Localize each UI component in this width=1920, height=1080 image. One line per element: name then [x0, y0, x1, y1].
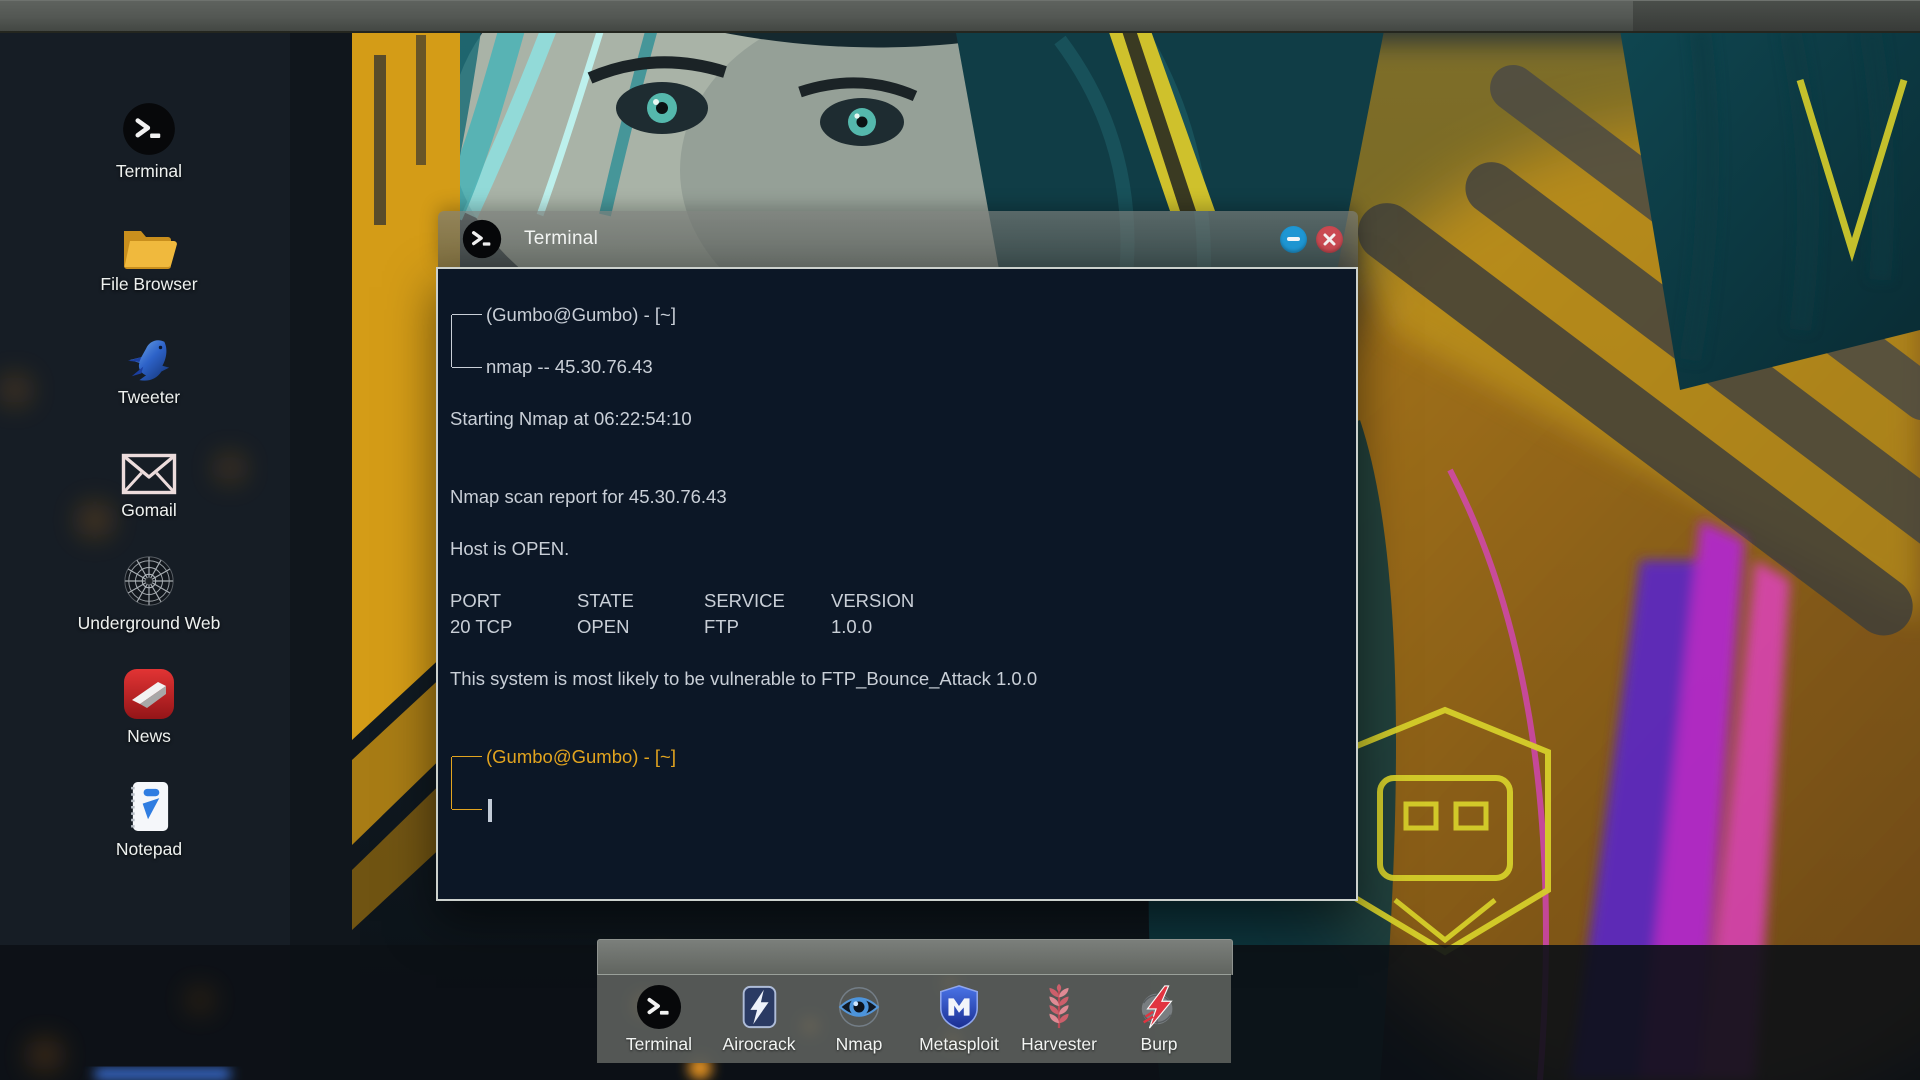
terminal-icon [122, 96, 176, 156]
dock-item-airocrack[interactable]: Airocrack [709, 983, 809, 1055]
nmap-starting-line: Starting Nmap at 06:22:54:10 [450, 408, 692, 429]
desktop-screen: Terminal File Browser Tweeter Gomail Und… [0, 0, 1920, 1080]
dock-item-label: Airocrack [722, 1034, 796, 1054]
col-version: VERSION [831, 590, 915, 611]
cell-port: 20 TCP [450, 616, 513, 637]
prompt-context: (Gumbo@Gumbo) - [~] [486, 304, 676, 325]
dock-item-label: Metasploit [919, 1034, 999, 1054]
shield-bolt-icon [736, 983, 782, 1031]
host-status-line: Host is OPEN. [450, 538, 570, 559]
desktop-icon-label: File Browser [100, 274, 198, 294]
dock-top-strip [597, 939, 1233, 975]
desktop-icon-label: News [127, 726, 171, 746]
col-service: SERVICE [704, 590, 785, 611]
dock-item-terminal[interactable]: Terminal [609, 983, 709, 1055]
terminal-output: (Gumbo@Gumbo) - [~] nmap -- 45.30.76.43 … [438, 269, 1356, 822]
close-button[interactable] [1316, 225, 1343, 253]
minimize-icon [1287, 237, 1300, 241]
dock-item-label: Harvester [1021, 1034, 1097, 1054]
col-port: PORT [450, 590, 502, 611]
spiderweb-icon [122, 548, 176, 608]
desktop-icon-terminal[interactable]: Terminal [39, 96, 259, 182]
desktop-icon-grid: Terminal File Browser Tweeter Gomail Und… [39, 96, 259, 887]
prompt-block-past: (Gumbo@Gumbo) - [~] nmap -- 45.30.76.43 [450, 302, 1336, 380]
envelope-icon [121, 435, 177, 495]
terminal-titlebar[interactable]: Terminal [438, 211, 1358, 267]
bolt-globe-icon [1136, 983, 1182, 1031]
desktop-icon-label: Gomail [121, 500, 177, 520]
prompt-context: (Gumbo@Gumbo) - [~] [486, 746, 676, 767]
prompt-bracket [451, 314, 482, 368]
dock-item-metasploit[interactable]: Metasploit [909, 983, 1009, 1055]
blue-bird-icon [122, 322, 176, 382]
news-stripe-icon [122, 661, 176, 721]
cell-state: OPEN [577, 616, 630, 637]
desktop-icon-label: Underground Web [77, 613, 221, 633]
window-controls [1280, 225, 1343, 253]
prompt-command-current [450, 796, 1336, 822]
terminal-icon [462, 219, 502, 259]
close-icon [1323, 233, 1336, 245]
dock-item-label: Terminal [625, 1034, 693, 1054]
desktop-icon-gomail[interactable]: Gomail [39, 435, 259, 521]
notepad-pen-icon [126, 774, 173, 834]
folder-icon [121, 209, 177, 269]
window-title: Terminal [524, 228, 599, 249]
desktop-icon-label: Terminal [115, 161, 183, 181]
shield-m-icon [936, 983, 982, 1031]
dock-bar: Terminal Airocrack Nmap Metasploit Harve… [597, 974, 1231, 1063]
desktop-icon-news[interactable]: News [39, 661, 259, 747]
desktop-icon-underground-web[interactable]: Underground Web [39, 548, 259, 634]
dock-item-burp[interactable]: Burp [1109, 983, 1209, 1055]
top-taskbar-right-segment [1633, 1, 1920, 31]
desktop-icon-notepad[interactable]: Notepad [39, 774, 259, 860]
col-state: STATE [577, 590, 634, 611]
dock-item-nmap[interactable]: Nmap [809, 983, 909, 1055]
cell-service: FTP [704, 616, 739, 637]
minimize-button[interactable] [1280, 225, 1307, 253]
nmap-report-line: Nmap scan report for 45.30.76.43 [450, 486, 727, 507]
terminal-cursor [488, 798, 492, 822]
eye-icon [837, 983, 881, 1031]
cell-version: 1.0.0 [831, 616, 873, 637]
desktop-icon-label: Tweeter [117, 387, 181, 407]
desktop-icon-file-browser[interactable]: File Browser [39, 209, 259, 295]
dock-item-label: Burp [1140, 1034, 1178, 1054]
port-scan-table: PORT STATE SERVICE VERSION 20 TCP OPEN F… [450, 588, 1336, 640]
terminal-icon [636, 983, 682, 1031]
prompt-command: nmap -- 45.30.76.43 [486, 356, 653, 377]
terminal-body[interactable]: (Gumbo@Gumbo) - [~] nmap -- 45.30.76.43 … [436, 267, 1358, 901]
dock-item-label: Nmap [835, 1034, 883, 1054]
vulnerability-line: This system is most likely to be vulnera… [450, 668, 1038, 689]
prompt-bracket [451, 756, 482, 810]
table-row: 20 TCP OPEN FTP 1.0.0 [450, 614, 1336, 640]
prompt-block-current: (Gumbo@Gumbo) - [~] [450, 744, 1336, 822]
wheat-icon [1036, 983, 1082, 1031]
top-taskbar[interactable] [0, 0, 1920, 33]
table-header-row: PORT STATE SERVICE VERSION [450, 588, 1336, 614]
dock-item-harvester[interactable]: Harvester [1009, 983, 1109, 1055]
desktop-icon-tweeter[interactable]: Tweeter [39, 322, 259, 408]
desktop-icon-label: Notepad [115, 839, 183, 859]
